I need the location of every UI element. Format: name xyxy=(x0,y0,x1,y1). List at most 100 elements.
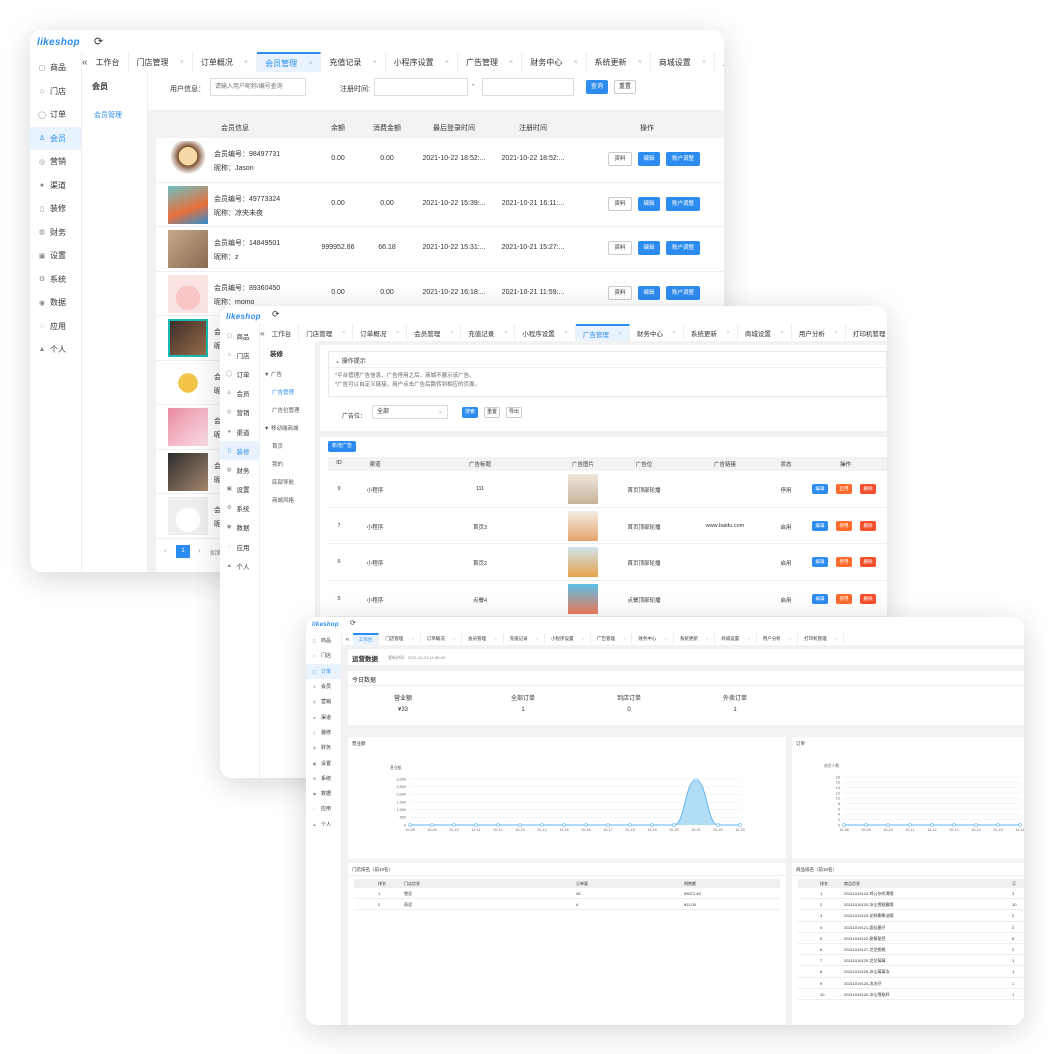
tab-5[interactable]: 小程序设置 × xyxy=(386,52,458,72)
tab-8[interactable]: 系统更新 × xyxy=(684,324,738,341)
close-icon[interactable]: × xyxy=(565,330,568,336)
tips-title[interactable]: ⌄ 操作提示 xyxy=(335,356,366,365)
sidebar-item-channel[interactable]: ● 渠道 xyxy=(220,422,259,441)
sidebar-item-settings[interactable]: ▣ 设置 xyxy=(306,755,341,770)
sidebar-item-system[interactable]: ⚙ 系统 xyxy=(306,771,341,786)
tab-3[interactable]: 会员管理 × xyxy=(257,52,322,72)
tab-5[interactable]: 小程序设置 × xyxy=(515,324,576,341)
adjust-account-button[interactable]: 账户调整 xyxy=(666,152,700,166)
sidebar-item-app[interactable]: ◌ 应用 xyxy=(30,315,81,339)
edit-button[interactable]: 编辑 xyxy=(638,241,660,255)
sidebar-item-app[interactable]: ◌ 应用 xyxy=(306,801,341,816)
tab-2[interactable]: 订单概况 × xyxy=(193,52,258,72)
sidebar-item-settings[interactable]: ▣ 设置 xyxy=(220,480,259,499)
reset-button[interactable]: 重置 xyxy=(614,80,636,94)
sidebar-item-order[interactable]: ◯ 订单 xyxy=(30,103,81,127)
query-button[interactable]: 查询 xyxy=(586,80,608,94)
tab-1[interactable]: 门店管理 × xyxy=(129,52,193,72)
delete-button[interactable]: 删除 xyxy=(860,557,876,567)
close-icon[interactable]: × xyxy=(180,59,184,66)
sidebar-item-app[interactable]: ◌ 应用 xyxy=(220,537,259,556)
sidebar-item-system[interactable]: ⚙ 系统 xyxy=(220,499,259,518)
close-icon[interactable]: × xyxy=(638,59,642,66)
tab-5[interactable]: 小程序设置 × xyxy=(545,633,591,645)
tab-1[interactable]: 门店管理 × xyxy=(379,633,421,645)
info-button[interactable]: 资料 xyxy=(608,241,632,255)
tab-4[interactable]: 充值记录 × xyxy=(461,324,516,341)
tree-item[interactable]: 商城风格 xyxy=(272,496,315,504)
tree-item[interactable]: 广告管理 xyxy=(272,388,315,396)
refresh-icon[interactable]: ⟳ xyxy=(350,619,356,627)
delete-button[interactable]: 删除 xyxy=(860,520,876,531)
sidebar-item-user[interactable]: ♙ 会员 xyxy=(30,126,81,150)
sidebar-item-settings[interactable]: ▣ 设置 xyxy=(30,244,81,268)
adjust-account-button[interactable]: 账户调整 xyxy=(666,196,700,211)
tab-0[interactable]: 工作台 xyxy=(88,52,129,72)
tab-4[interactable]: 充值记录 × xyxy=(504,633,546,645)
close-icon[interactable]: × xyxy=(536,637,538,641)
tab-2[interactable]: 订单概况 × xyxy=(421,633,463,645)
tree-item[interactable]: ▼ 广告 xyxy=(264,370,315,378)
sidebar-item-person[interactable]: ▲ 个人 xyxy=(306,817,341,832)
tree-item[interactable]: 我的 xyxy=(272,460,315,468)
export-button[interactable]: 导出 xyxy=(506,407,522,418)
close-icon[interactable]: × xyxy=(781,330,784,336)
sidebar-item-user[interactable]: ♙ 会员 xyxy=(306,679,341,694)
close-icon[interactable]: × xyxy=(244,59,248,66)
delete-button[interactable]: 删除 xyxy=(860,593,876,604)
sidebar-item-system[interactable]: ⚙ 系统 xyxy=(30,268,81,292)
next-page-icon[interactable]: › xyxy=(198,546,201,555)
refresh-icon[interactable]: ⟳ xyxy=(272,309,280,320)
page-number[interactable]: 1 xyxy=(176,545,190,558)
sidebar-item-data[interactable]: ◉ 数据 xyxy=(220,518,259,537)
close-icon[interactable]: × xyxy=(702,59,706,66)
close-icon[interactable]: × xyxy=(342,330,345,336)
info-button[interactable]: 资料 xyxy=(608,152,632,166)
close-icon[interactable]: × xyxy=(308,60,312,67)
edit-button[interactable]: 编辑 xyxy=(812,484,828,494)
sidebar-item-marketing[interactable]: ◎ 营销 xyxy=(306,694,341,709)
close-icon[interactable]: × xyxy=(396,330,399,336)
sidebar-item-goods[interactable]: ▢ 商品 xyxy=(30,56,81,80)
tree-item[interactable]: 首页 xyxy=(272,442,315,450)
close-icon[interactable]: × xyxy=(835,637,837,641)
close-icon[interactable]: × xyxy=(619,331,622,337)
sidebar-item-marketing[interactable]: ◎ 营销 xyxy=(30,150,81,174)
close-icon[interactable]: × xyxy=(727,330,730,336)
sidebar-item-goods[interactable]: ▢ 商品 xyxy=(306,633,341,648)
close-icon[interactable]: × xyxy=(582,637,584,641)
toggle-status-button[interactable]: 停用 xyxy=(836,593,852,604)
tree-item[interactable]: 广告位管理 xyxy=(272,406,315,414)
close-icon[interactable]: × xyxy=(412,637,414,641)
close-icon[interactable]: × xyxy=(623,637,625,641)
refresh-icon[interactable]: ⟳ xyxy=(94,35,103,48)
sidebar-item-goods[interactable]: ▢ 商品 xyxy=(220,326,259,345)
sidebar-item-user[interactable]: ♙ 会员 xyxy=(220,384,259,403)
tab-0[interactable]: 工作台 xyxy=(352,633,380,645)
tab-6[interactable]: 广告管理 × xyxy=(458,52,523,72)
reset-button[interactable]: 重置 xyxy=(484,407,500,418)
close-icon[interactable]: × xyxy=(665,637,667,641)
close-icon[interactable]: × xyxy=(450,330,453,336)
info-button[interactable]: 资料 xyxy=(608,196,632,211)
adjust-account-button[interactable]: 账户调整 xyxy=(666,241,700,255)
tab-9[interactable]: 商城设置 × xyxy=(715,633,757,645)
edit-button[interactable]: 编辑 xyxy=(638,196,660,211)
tab-10[interactable]: 用户分析 × xyxy=(792,324,846,341)
tab-4[interactable]: 充值记录 × xyxy=(321,52,386,72)
close-icon[interactable]: × xyxy=(706,637,708,641)
tab-11[interactable]: 打印机管理× xyxy=(846,324,887,341)
tab-7[interactable]: 财务中心 × xyxy=(632,633,674,645)
sidebar-item-store[interactable]: ⌂ 门店 xyxy=(30,80,81,104)
sidebar-item-decorate[interactable]: ▯ 装修 xyxy=(306,725,341,740)
tab-8[interactable]: 系统更新 × xyxy=(587,52,651,72)
tab-9[interactable]: 商城设置 × xyxy=(651,52,716,72)
tab-7[interactable]: 财务中心 × xyxy=(522,52,587,72)
close-icon[interactable]: × xyxy=(835,330,838,336)
edit-button[interactable]: 编辑 xyxy=(812,593,828,604)
sidebar-item-channel[interactable]: ● 渠道 xyxy=(306,709,341,724)
close-icon[interactable]: × xyxy=(673,330,676,336)
toggle-status-button[interactable]: 停用 xyxy=(836,557,852,567)
position-select[interactable]: 全部 ⌄ xyxy=(372,405,448,419)
sidebar-item-finance[interactable]: ◍ 财务 xyxy=(30,221,81,245)
